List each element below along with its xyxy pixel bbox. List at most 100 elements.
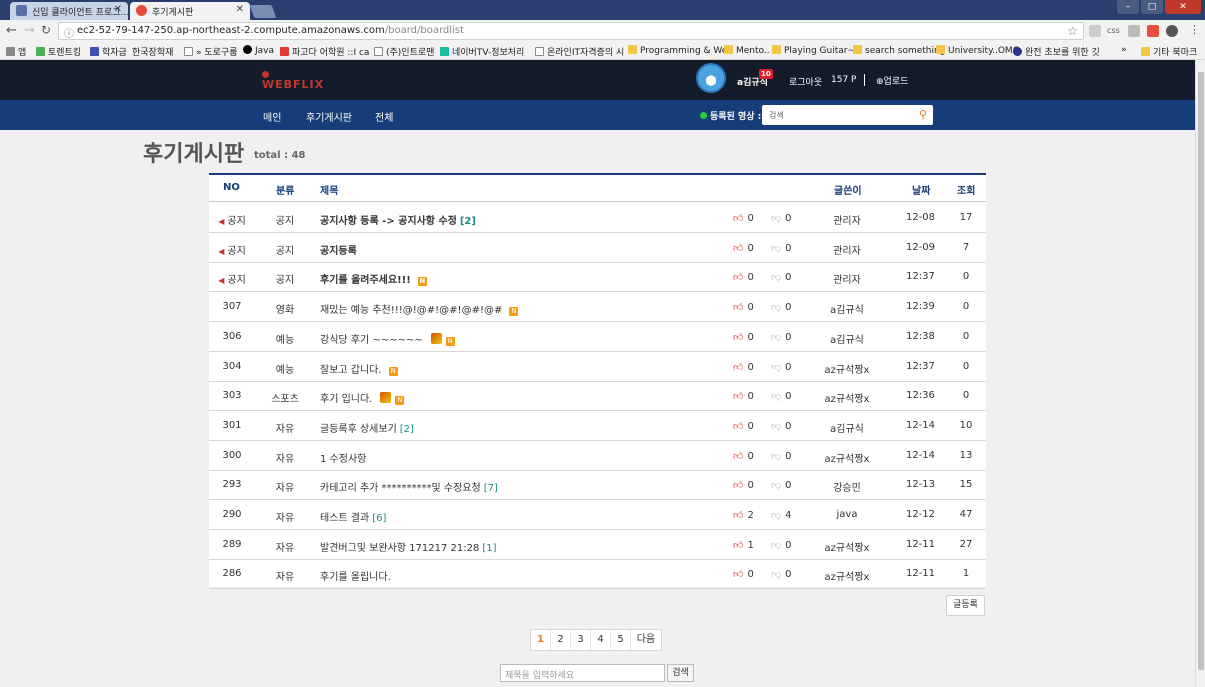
bookmark-item[interactable]: Java (243, 45, 274, 56)
dislike-count[interactable]: 👎︎ 0 (771, 242, 792, 254)
post-title-link[interactable]: 재밌는 예능 추천!!!@!@#!@#!@#!@# N (320, 301, 519, 317)
like-count[interactable]: 👍︎ 0 (733, 271, 754, 283)
dislike-count[interactable]: 👎︎ 0 (771, 420, 792, 432)
table-row[interactable]: 301 자유 글등록후 상세보기 [2] 👍︎ 0 👎︎ 0 a김규식 12-14 10 (209, 411, 986, 441)
dislike-count[interactable]: 👎︎ 0 (771, 479, 792, 491)
close-tab-icon[interactable]: ✕ (114, 4, 122, 15)
browser-tab-2[interactable]: 후기게시판 ✕ (130, 2, 250, 20)
table-row[interactable]: ◀ 공지 공지 후기를 올려주세요!!! N 👍︎ 0 👎︎ 0 관리자 12:37 0 (209, 262, 986, 293)
like-count[interactable]: 👍︎ 0 (733, 390, 754, 402)
browser-tab-1[interactable]: 신입 클라이언트 프로그... ✕ (10, 2, 128, 20)
forward-arrow-icon[interactable]: → (24, 23, 35, 38)
extension-icon[interactable] (1128, 25, 1140, 37)
table-row[interactable]: 290 자유 테스트 결과 [6] 👍︎ 2 👎︎ 4 java 12-12 47 (209, 500, 986, 530)
bookmark-item[interactable]: 파고다 어학원 ::I ca (280, 45, 369, 58)
extension-icon[interactable] (1147, 25, 1159, 37)
table-row[interactable]: 306 예능 강식당 후기 ~~~~~~ N 👍︎ 0 👎︎ 0 a김규식 12:38 0 (209, 322, 986, 352)
avatar[interactable] (696, 63, 726, 93)
css-extension-icon[interactable]: css (1107, 25, 1120, 37)
post-title-link[interactable]: 후기 입니다. N (320, 390, 405, 406)
back-arrow-icon[interactable]: ← (6, 23, 17, 38)
maximize-icon[interactable]: □ (1141, 0, 1163, 14)
bookmark-item[interactable]: 한국장학재 (132, 45, 173, 58)
dislike-count[interactable]: 👎︎ 0 (771, 390, 792, 402)
dislike-count[interactable]: 👎︎ 0 (771, 361, 792, 373)
dislike-count[interactable]: 👎︎ 0 (771, 301, 792, 313)
upload-link[interactable]: ⊕업로드 (876, 74, 908, 87)
close-tab-icon[interactable]: ✕ (236, 4, 244, 15)
bookmark-item[interactable]: Mento.. (724, 45, 770, 56)
search-icon[interactable]: ⚲ (919, 108, 927, 121)
search-input[interactable]: 검색 ⚲ (762, 105, 933, 125)
bookmark-item[interactable]: 기타 북마크 (1141, 45, 1197, 58)
table-row[interactable]: 304 예능 잘보고 갑니다. N 👍︎ 0 👎︎ 0 az규석짱x 12:37 0 (209, 352, 986, 382)
nav-item-all[interactable]: 전체 (375, 109, 393, 124)
post-title-link[interactable]: 후기를 올려주세요!!! N (320, 271, 427, 287)
bookmark-item[interactable]: 학자금 (90, 45, 127, 58)
table-row[interactable]: ◀ 공지 공지 공지사항 등록 -> 공지사항 수정 [2] 👍︎ 0 👎︎ 0 관리자 12-08… (209, 203, 986, 233)
bookmark-item[interactable]: Programming & We (628, 45, 727, 56)
logout-link[interactable]: 로그아웃 (789, 75, 822, 88)
post-title-link[interactable]: 강식당 후기 ~~~~~~ N (320, 331, 455, 346)
bookmark-item[interactable]: 온라인IT자격증의 시 (535, 45, 624, 58)
like-count[interactable]: 👍︎ 0 (733, 568, 754, 580)
table-row[interactable]: 286 자유 후기를 올립니다. 👍︎ 0 👎︎ 0 az규석짱x 12-11 1 (209, 559, 986, 590)
dislike-count[interactable]: 👎︎ 0 (771, 450, 792, 462)
title-search-input[interactable]: 제목을 입력하세요 (500, 664, 665, 682)
bookmark-item[interactable]: 네이버TV-정보처리 (440, 45, 524, 58)
page-scrollbar[interactable] (1195, 60, 1205, 687)
dislike-count[interactable]: 👎︎ 0 (771, 212, 792, 224)
post-title-link[interactable]: 테스트 결과 [6] (320, 509, 386, 524)
like-count[interactable]: 👍︎ 0 (733, 331, 754, 343)
dislike-count[interactable]: 👎︎ 0 (771, 568, 792, 580)
like-count[interactable]: 👍︎ 2 (733, 509, 754, 521)
table-row[interactable]: 303 스포츠 후기 입니다. N 👍︎ 0 👎︎ 0 az규석짱x 12:36 0 (209, 381, 986, 412)
bookmark-item[interactable]: » 도로구룹 (184, 45, 238, 58)
table-row[interactable]: ◀ 공지 공지 공지등록 👍︎ 0 👎︎ 0 관리자 12-09 7 (209, 233, 986, 263)
like-count[interactable]: 👍︎ 0 (733, 301, 754, 313)
nav-item-review-board[interactable]: 후기게시판 (306, 109, 352, 124)
menu-kebab-icon[interactable]: ⋮ (1189, 23, 1200, 36)
dislike-count[interactable]: 👎︎ 0 (771, 331, 792, 343)
table-row[interactable]: 293 자유 카테고리 추가 **********및 수정요청 [7] 👍︎ 0 👎︎ 0 강승… (209, 470, 986, 501)
site-logo[interactable]: WEBFLIX (262, 78, 324, 91)
nav-item-main[interactable]: 메인 (263, 109, 281, 124)
like-count[interactable]: 👍︎ 1 (733, 539, 754, 551)
table-row[interactable]: 289 자유 발견버그및 보완사항 171217 21:28 [1] 👍︎ 1 👎︎ 0 az규… (209, 530, 986, 560)
post-title-link[interactable]: 글등록후 상세보기 [2] (320, 420, 414, 435)
post-title-link[interactable]: 카테고리 추가 **********및 수정요청 [7] (320, 479, 498, 494)
bookmark-item[interactable]: 앱 (6, 45, 26, 58)
scrollbar-thumb[interactable] (1198, 72, 1204, 670)
minimize-icon[interactable]: – (1117, 0, 1139, 14)
table-row[interactable]: 307 영화 재밌는 예능 추천!!!@!@#!@#!@#!@# N 👍︎ 0 👎︎ 0 a김규… (209, 292, 986, 323)
bookmark-item[interactable]: 토렌트킹 (36, 45, 81, 58)
bookmark-item[interactable]: 완전 초보를 위한 깃 (1013, 45, 1100, 58)
next-page-button[interactable]: 다음 (631, 630, 661, 650)
bookmark-star-icon[interactable]: ☆ (1067, 24, 1078, 38)
post-title-link[interactable]: 공지등록 (320, 242, 360, 257)
page-5-button[interactable]: 5 (611, 630, 631, 650)
like-count[interactable]: 👍︎ 0 (733, 361, 754, 373)
write-post-button[interactable]: 글등록 (946, 595, 985, 616)
bookmark-item[interactable]: (주)인트로맨 (374, 45, 434, 58)
table-row[interactable]: 300 자유 1 수정사항 👍︎ 0 👎︎ 0 az규석짱x 12-14 13 (209, 441, 986, 471)
post-title-link[interactable]: 후기를 올립니다. (320, 568, 394, 583)
extension-icon[interactable] (1166, 25, 1178, 37)
post-title-link[interactable]: 공지사항 등록 -> 공지사항 수정 [2] (320, 212, 476, 227)
title-search-button[interactable]: 검색 (667, 664, 694, 682)
page-1-button[interactable]: 1 (531, 630, 551, 650)
like-count[interactable]: 👍︎ 0 (733, 212, 754, 224)
bookmark-item[interactable]: University..OMG (936, 45, 1020, 56)
dislike-count[interactable]: 👎︎ 4 (771, 509, 792, 521)
close-window-icon[interactable]: ✕ (1165, 0, 1201, 14)
like-count[interactable]: 👍︎ 0 (733, 479, 754, 491)
new-tab-button[interactable] (249, 5, 277, 18)
extension-icon[interactable] (1089, 25, 1101, 37)
post-title-link[interactable]: 잘보고 갑니다. N (320, 361, 398, 376)
post-title-link[interactable]: 1 수정사항 (320, 450, 369, 465)
more-bookmarks-icon[interactable]: » (1121, 45, 1127, 55)
url-input[interactable]: ⓘ ec2-52-79-147-250.ap-northeast-2.compu… (58, 22, 1084, 40)
like-count[interactable]: 👍︎ 0 (733, 450, 754, 462)
dislike-count[interactable]: 👎︎ 0 (771, 271, 792, 283)
bookmark-item[interactable]: search something (853, 45, 945, 56)
